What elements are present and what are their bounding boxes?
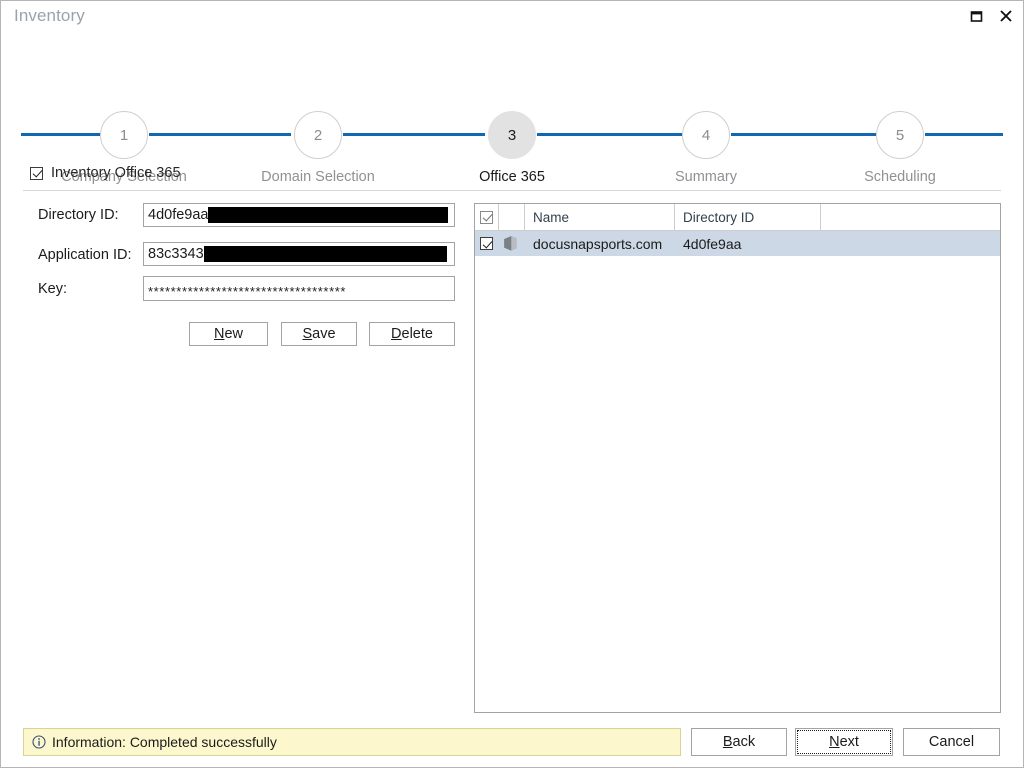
status-bar: Information: Completed successfully [23, 728, 681, 756]
stepper-step-3[interactable]: 3 [488, 111, 536, 159]
title-bar: Inventory [1, 1, 1023, 35]
cancel-button[interactable]: Cancel [903, 728, 1000, 756]
key-input[interactable]: *********************************** [143, 276, 455, 301]
stepper-line-2 [343, 133, 485, 136]
key-value: *********************************** [148, 284, 347, 299]
stepper-line-5 [925, 133, 1003, 136]
grid-header-name[interactable]: Name [525, 204, 675, 230]
grid-select-all-checkbox[interactable] [480, 210, 493, 224]
row-extra [821, 231, 1000, 256]
stepper-label-summary: Summary [674, 169, 738, 185]
next-button[interactable]: Next [795, 728, 893, 756]
grid-header-icon-cell [499, 204, 525, 230]
stepper-step-1-number: 1 [119, 126, 129, 144]
directory-id-redaction [208, 207, 449, 223]
inventory-office365-label: Inventory Office 365 [51, 165, 181, 181]
row-icon-cell [499, 231, 525, 256]
row-select-cell[interactable] [475, 231, 499, 256]
inventory-office365-checkbox[interactable] [30, 166, 43, 180]
stepper-label-scheduling: Scheduling [864, 169, 936, 185]
info-icon [32, 735, 46, 749]
status-message: Information: Completed successfully [52, 734, 277, 750]
cancel-button-label: Cancel [928, 734, 975, 750]
row-select-checkbox[interactable] [480, 237, 493, 250]
directory-id-input[interactable]: 4d0fe9aa [143, 203, 455, 227]
office365-icon [504, 236, 517, 251]
maximize-icon [970, 10, 982, 22]
new-button[interactable]: New [189, 322, 268, 346]
maximize-button[interactable] [961, 3, 991, 29]
row-directory-id: 4d0fe9aa [683, 235, 742, 252]
application-id-label: Application ID: [38, 247, 132, 263]
window-title: Inventory [14, 6, 85, 25]
directory-id-label: Directory ID: [38, 207, 119, 223]
stepper-line-1 [149, 133, 291, 136]
stepper-step-5-number: 5 [895, 126, 905, 144]
new-button-label: New [213, 326, 244, 342]
row-name: docusnapsports.com [533, 235, 663, 252]
next-button-label: Next [829, 734, 859, 750]
directory-id-value: 4d0fe9aa [148, 207, 209, 223]
stepper-step-2-number: 2 [313, 126, 323, 144]
grid-header-extra[interactable] [821, 204, 1000, 230]
inventory-wizard-window: Inventory 1 2 3 4 5 Company Selection Do… [0, 0, 1024, 768]
stepper-step-1[interactable]: 1 [100, 111, 148, 159]
window-controls [961, 3, 1021, 29]
application-id-value: 83c3343 [148, 246, 204, 262]
stepper-step-4-number: 4 [701, 126, 711, 144]
grid-header-select-all-cell[interactable] [475, 204, 499, 230]
stepper-label-domain-selection: Domain Selection [261, 169, 375, 185]
back-button[interactable]: Back [691, 728, 787, 756]
wizard-stepper: 1 2 3 4 5 Company Selection Domain Selec… [1, 51, 1023, 185]
stepper-label-office-365: Office 365 [479, 169, 545, 185]
stepper-line-4 [731, 133, 876, 136]
close-button[interactable] [991, 3, 1021, 29]
stepper-step-5[interactable]: 5 [876, 111, 924, 159]
delete-button[interactable]: Delete [369, 322, 455, 346]
stepper-step-3-number: 3 [507, 126, 517, 144]
key-label: Key: [38, 281, 68, 297]
table-row[interactable]: docusnapsports.com 4d0fe9aa [475, 231, 1000, 256]
application-id-input[interactable]: 83c3343 [143, 242, 455, 266]
grid-header-directory-id[interactable]: Directory ID [675, 204, 821, 230]
section-divider [23, 190, 1001, 191]
save-button[interactable]: Save [281, 322, 357, 346]
back-button-label: Back [722, 734, 756, 750]
stepper-line-3 [537, 133, 682, 136]
delete-button-label: Delete [391, 326, 433, 342]
office365-tenants-grid[interactable]: Name Directory ID docusnapsports.com 4d0… [474, 203, 1001, 713]
inventory-office365-checkbox-row[interactable]: Inventory Office 365 [30, 165, 181, 181]
close-icon [1000, 10, 1012, 22]
grid-header-row: Name Directory ID [475, 204, 1000, 231]
stepper-step-4[interactable]: 4 [682, 111, 730, 159]
stepper-step-2[interactable]: 2 [294, 111, 342, 159]
application-id-redaction [203, 246, 447, 262]
save-button-label: Save [302, 326, 336, 342]
